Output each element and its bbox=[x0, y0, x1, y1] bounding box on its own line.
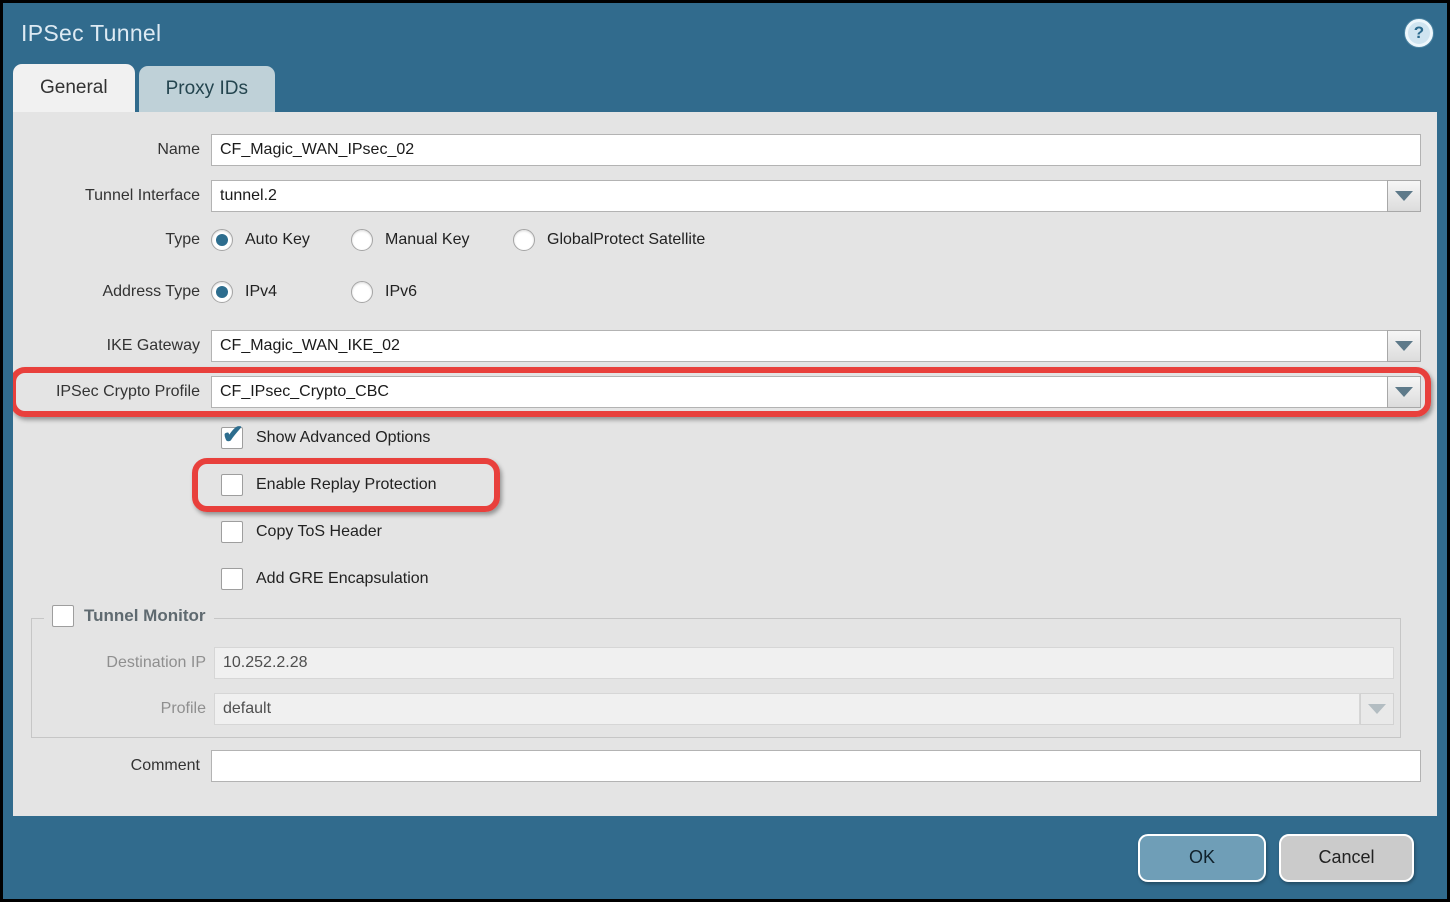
radio-icon[interactable] bbox=[351, 229, 373, 251]
ipsec-tunnel-dialog: IPSec Tunnel ? General Proxy IDs Name Tu… bbox=[3, 3, 1447, 899]
add-gre-encapsulation-checkbox[interactable] bbox=[221, 568, 243, 590]
enable-replay-protection-row: Enable Replay Protection bbox=[221, 471, 1421, 498]
page-title: IPSec Tunnel bbox=[21, 20, 161, 47]
cancel-button[interactable]: Cancel bbox=[1279, 834, 1414, 882]
radio-selected-icon[interactable] bbox=[211, 281, 233, 303]
copy-tos-header-checkbox[interactable] bbox=[221, 521, 243, 543]
add-gre-encapsulation-label: Add GRE Encapsulation bbox=[256, 570, 429, 588]
type-radio-auto-key[interactable]: Auto Key bbox=[211, 229, 351, 251]
ok-button[interactable]: OK bbox=[1138, 834, 1266, 882]
dialog-footer: OK Cancel bbox=[3, 816, 1447, 899]
tunnel-interface-dropdown-button[interactable] bbox=[1387, 180, 1421, 212]
radio-icon[interactable] bbox=[351, 281, 373, 303]
tunnel-interface-label: Tunnel Interface bbox=[13, 187, 211, 205]
address-type-label: Address Type bbox=[13, 283, 211, 301]
type-option-label: GlobalProtect Satellite bbox=[547, 231, 705, 249]
profile-input bbox=[214, 693, 1360, 725]
ike-gateway-dropdown-button[interactable] bbox=[1387, 330, 1421, 362]
tab-general[interactable]: General bbox=[13, 64, 135, 112]
type-radio-manual-key[interactable]: Manual Key bbox=[351, 229, 513, 251]
tunnel-interface-input[interactable] bbox=[211, 180, 1387, 212]
dialog-titlebar: IPSec Tunnel ? bbox=[3, 3, 1447, 63]
ipsec-crypto-profile-dropdown-button[interactable] bbox=[1387, 376, 1421, 408]
radio-selected-icon[interactable] bbox=[211, 229, 233, 251]
destination-ip-input bbox=[214, 647, 1394, 679]
checkmark-icon: ✔ bbox=[222, 419, 244, 450]
tab-general-label: General bbox=[40, 77, 108, 99]
type-option-label: Manual Key bbox=[385, 231, 470, 249]
ipsec-crypto-profile-input[interactable] bbox=[211, 376, 1387, 408]
ike-gateway-row: IKE Gateway bbox=[13, 330, 1421, 362]
show-advanced-options-label: Show Advanced Options bbox=[256, 429, 430, 447]
ike-gateway-label: IKE Gateway bbox=[13, 337, 211, 355]
type-row: Type Auto Key Manual Key GlobalProtect S… bbox=[13, 226, 1421, 254]
enable-replay-protection-checkbox[interactable] bbox=[221, 474, 243, 496]
type-option-label: Auto Key bbox=[245, 231, 310, 249]
ipsec-crypto-profile-row: IPSec Crypto Profile bbox=[13, 376, 1421, 408]
tunnel-interface-row: Tunnel Interface bbox=[13, 180, 1421, 212]
profile-dropdown-button bbox=[1360, 693, 1394, 725]
tab-proxy-ids-label: Proxy IDs bbox=[166, 78, 248, 100]
tunnel-monitor-label: Tunnel Monitor bbox=[84, 606, 206, 626]
chevron-down-icon bbox=[1395, 387, 1413, 397]
destination-ip-label: Destination IP bbox=[32, 654, 214, 672]
help-icon[interactable]: ? bbox=[1405, 19, 1433, 47]
show-advanced-options-row: ✔ Show Advanced Options bbox=[221, 424, 1421, 451]
tunnel-monitor-checkbox[interactable] bbox=[52, 605, 74, 627]
name-input[interactable] bbox=[211, 134, 1421, 166]
comment-input[interactable] bbox=[211, 750, 1421, 782]
type-label: Type bbox=[13, 231, 211, 249]
tunnel-monitor-legend: Tunnel Monitor bbox=[44, 605, 214, 627]
cancel-button-label: Cancel bbox=[1318, 847, 1374, 868]
address-type-option-label: IPv4 bbox=[245, 283, 277, 301]
address-type-radio-ipv6[interactable]: IPv6 bbox=[351, 281, 417, 303]
address-type-radio-ipv4[interactable]: IPv4 bbox=[211, 281, 351, 303]
name-row: Name bbox=[13, 134, 1421, 166]
destination-ip-row: Destination IP bbox=[32, 647, 1394, 679]
name-label: Name bbox=[13, 141, 211, 159]
chevron-down-icon bbox=[1368, 704, 1386, 714]
type-radio-globalprotect-satellite[interactable]: GlobalProtect Satellite bbox=[513, 229, 705, 251]
copy-tos-header-row: Copy ToS Header bbox=[221, 518, 1421, 545]
add-gre-encapsulation-row: Add GRE Encapsulation bbox=[221, 565, 1421, 592]
radio-icon[interactable] bbox=[513, 229, 535, 251]
general-tab-panel: Name Tunnel Interface Type Auto Key bbox=[13, 112, 1437, 816]
chevron-down-icon bbox=[1395, 341, 1413, 351]
show-advanced-options-checkbox[interactable]: ✔ bbox=[221, 427, 243, 449]
address-type-option-label: IPv6 bbox=[385, 283, 417, 301]
ok-button-label: OK bbox=[1189, 847, 1215, 868]
copy-tos-header-label: Copy ToS Header bbox=[256, 523, 382, 541]
comment-row: Comment bbox=[13, 750, 1421, 782]
enable-replay-protection-label: Enable Replay Protection bbox=[256, 476, 437, 494]
address-type-row: Address Type IPv4 IPv6 bbox=[13, 278, 1421, 306]
ike-gateway-input[interactable] bbox=[211, 330, 1387, 362]
tunnel-monitor-section: Tunnel Monitor Destination IP Profile bbox=[31, 618, 1401, 738]
profile-label: Profile bbox=[32, 700, 214, 718]
chevron-down-icon bbox=[1395, 191, 1413, 201]
profile-row: Profile bbox=[32, 693, 1394, 725]
comment-label: Comment bbox=[13, 757, 211, 775]
ipsec-crypto-profile-label: IPSec Crypto Profile bbox=[13, 383, 211, 401]
tab-bar: General Proxy IDs bbox=[3, 63, 1447, 112]
tab-proxy-ids[interactable]: Proxy IDs bbox=[139, 66, 275, 112]
help-icon-glyph: ? bbox=[1414, 23, 1424, 43]
